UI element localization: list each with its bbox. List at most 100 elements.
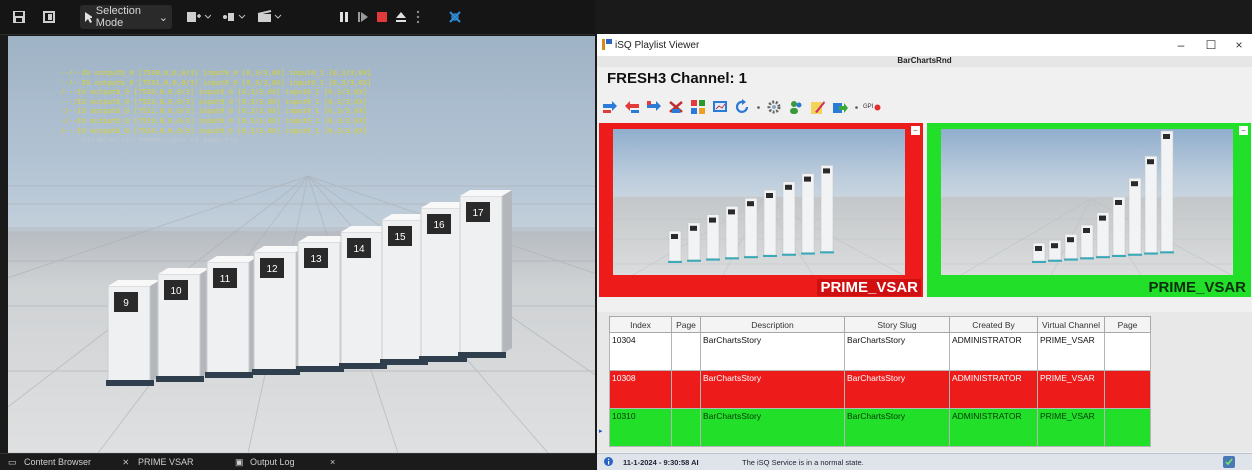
- stop-icon[interactable]: [374, 5, 390, 29]
- panel-menu-icon[interactable]: –: [911, 126, 920, 135]
- mini-bar-base: [801, 252, 815, 255]
- info-icon: [604, 457, 613, 468]
- save-icon[interactable]: [8, 5, 30, 29]
- mini-bar-plate: [690, 225, 697, 231]
- settings-gear-icon[interactable]: [765, 98, 783, 116]
- take-out-icon[interactable]: [623, 98, 641, 116]
- close-tab-icon[interactable]: ×: [330, 457, 335, 467]
- prime-vsar-tab[interactable]: PRIME VSAR: [138, 457, 194, 467]
- mini-bar-base: [687, 259, 701, 262]
- live-link-icon[interactable]: [445, 5, 465, 29]
- close-icon[interactable]: ×: [1227, 37, 1251, 53]
- debug-line: -/--IU outputb_0 [7521,0,0,0/3] input0_0…: [60, 106, 368, 116]
- eject-icon[interactable]: [393, 5, 409, 29]
- mini-bar-plate: [1035, 246, 1042, 251]
- maximize-icon[interactable]: ☐: [1199, 37, 1223, 53]
- cell-created-by: ADMINISTRATOR: [949, 408, 1038, 447]
- bar-base: [296, 366, 344, 372]
- level-viewport[interactable]: 9 10 11 12 13 14 15 16 17 --/--IU outputb_0 [753…: [8, 36, 595, 453]
- debug-line: /---IU outputb_0 [7514,0,0,0/3] input0_0…: [60, 125, 368, 135]
- col-header-description[interactable]: Description: [700, 316, 845, 333]
- bar-base: [252, 369, 300, 375]
- cell-page: [671, 332, 701, 371]
- mini-bar-base: [1112, 255, 1126, 257]
- preview-monitor[interactable]: – PRIME_VSAR: [927, 123, 1251, 297]
- mini-bar-plate: [1099, 215, 1106, 221]
- content-browser-tab[interactable]: Content Browser: [24, 457, 91, 467]
- bar-base: [458, 352, 506, 358]
- blueprint-icon[interactable]: [219, 5, 249, 29]
- add-actor-icon[interactable]: [183, 5, 213, 29]
- mini-bar-plate: [671, 234, 678, 239]
- next-item-icon[interactable]: [645, 98, 663, 116]
- debug-line: --/--IU outputb_0 [7530,0,0,0/3] input0_…: [60, 68, 372, 77]
- mini-bar-plate: [1115, 200, 1122, 205]
- users-icon[interactable]: [787, 98, 805, 116]
- mini-bar: [801, 173, 815, 253]
- refresh-icon[interactable]: [733, 98, 751, 116]
- editor-toolbar: Selection Mode ⌄: [0, 0, 595, 35]
- mini-bar: [820, 165, 834, 252]
- bar-value-label: 10: [170, 286, 182, 297]
- debug-messages: --/--IU outputb_0 [7530,0,0,0/3] input0_…: [60, 68, 372, 145]
- panel-menu-icon-2[interactable]: –: [1239, 126, 1248, 135]
- take-in-icon[interactable]: [601, 98, 619, 116]
- mini-bar-plate: [1067, 237, 1074, 243]
- cell-story-slug: BarChartsStory: [844, 332, 950, 371]
- mini-bar-base: [820, 251, 834, 254]
- debug-line: --/--IU outputb_0 [7531,0,0,0/3] input0_…: [60, 77, 372, 87]
- table-header-row: Index Page Description Story Slug Create…: [609, 316, 1151, 333]
- minimize-icon[interactable]: –: [1169, 37, 1193, 53]
- col-header-page-2[interactable]: Page: [1104, 316, 1151, 333]
- bar-value-label: 15: [394, 232, 406, 243]
- preview-monitor-image: [941, 129, 1233, 275]
- preview-monitor-icon[interactable]: [711, 98, 729, 116]
- col-header-story-slug[interactable]: Story Slug: [844, 316, 950, 333]
- mini-bar: [744, 197, 758, 257]
- playlist-grid: Index Page Description Story Slug Create…: [597, 312, 1252, 452]
- layout-grid-icon[interactable]: [689, 98, 707, 116]
- current-row-pointer-icon: ▸: [599, 428, 603, 435]
- program-preview[interactable]: – PRIME_VSAR: [599, 123, 923, 297]
- selection-mode-label: Selection Mode: [95, 5, 142, 29]
- mini-bar-base: [1096, 256, 1110, 259]
- export-arrow-icon[interactable]: [831, 98, 849, 116]
- content-browser-icon: ▭: [8, 457, 17, 467]
- cinematics-icon[interactable]: [255, 5, 285, 29]
- mini-bar-base: [706, 258, 720, 261]
- col-header-virtual-channel[interactable]: Virtual Channel: [1037, 316, 1105, 333]
- table-row-next[interactable]: 10310 BarChartsStory BarChartsStory ADMI…: [609, 408, 1151, 447]
- bar-value-label: 11: [220, 274, 231, 285]
- cell-index: 10308: [609, 370, 672, 409]
- col-header-index[interactable]: Index: [609, 316, 672, 333]
- mini-bar-plate: [766, 193, 773, 198]
- dropdown-icon[interactable]: [755, 98, 761, 116]
- mini-bar-plate: [1051, 243, 1058, 249]
- mini-bar: [1144, 155, 1158, 253]
- table-row[interactable]: 10304 BarChartsStory BarChartsStory ADMI…: [609, 332, 1151, 371]
- status-message: The iSQ Service is in a normal state.: [742, 458, 864, 467]
- more-options-icon[interactable]: [412, 5, 424, 29]
- mini-bar-plate: [1131, 181, 1138, 187]
- step-frame-icon[interactable]: [355, 5, 371, 29]
- cell-page-2: [1104, 408, 1151, 447]
- bar-base: [205, 372, 253, 378]
- cell-virtual-channel: PRIME_VSAR: [1037, 332, 1105, 371]
- mini-bar-base: [1064, 258, 1078, 261]
- table-row-on-air[interactable]: 10308 BarChartsStory BarChartsStory ADMI…: [609, 370, 1151, 409]
- col-header-page[interactable]: Page: [671, 316, 701, 333]
- gpi-indicator[interactable]: GPI: [863, 98, 887, 116]
- dropdown-icon-2[interactable]: [853, 98, 859, 116]
- output-log-tab[interactable]: Output Log: [250, 457, 295, 467]
- service-ok-icon: [1223, 456, 1235, 470]
- playlist-table: Index Page Description Story Slug Create…: [609, 316, 1151, 447]
- edit-note-icon[interactable]: [809, 98, 827, 116]
- bar-value-label: 14: [353, 244, 365, 255]
- clear-all-icon[interactable]: [667, 98, 685, 116]
- col-header-created-by[interactable]: Created By: [949, 316, 1038, 333]
- pause-icon[interactable]: [336, 5, 352, 29]
- source-control-icon[interactable]: [38, 5, 60, 29]
- mini-bar: [1160, 130, 1174, 252]
- status-bar: 11-1-2024 - 9:30:58 AI The iSQ Service i…: [597, 453, 1252, 470]
- selection-mode-dropdown[interactable]: Selection Mode ⌄: [80, 5, 172, 29]
